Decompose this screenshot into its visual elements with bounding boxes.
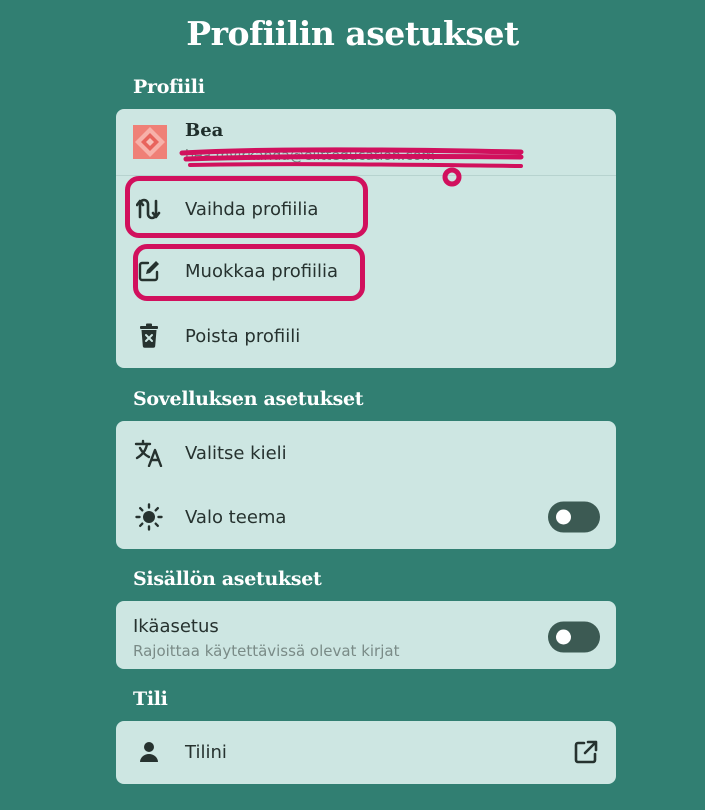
annotation-highlight-edit <box>133 244 365 301</box>
trash-icon <box>134 321 164 351</box>
section-title-content: Sisällön asetukset <box>133 568 322 590</box>
age-setting-toggle[interactable] <box>548 621 600 653</box>
profile-name: Bea <box>185 120 224 141</box>
theme-toggle-knob <box>556 509 571 525</box>
age-setting-description: Rajoittaa käytettävissä olevat kirjat <box>133 642 400 660</box>
profile-header[interactable]: Bea bea.mvirkanda@elitteducation.com <box>116 109 616 187</box>
translate-icon <box>134 438 164 468</box>
language-select-button[interactable]: Valitse kieli <box>116 425 616 481</box>
content-settings-card: Ikäasetus Rajoittaa käytettävissä olevat… <box>116 601 616 669</box>
theme-label: Valo teema <box>185 506 287 528</box>
avatar <box>133 125 167 159</box>
profile-card: Bea bea.mvirkanda@elitteducation.com Vai… <box>116 109 616 368</box>
age-setting-label: Ikäasetus <box>133 616 219 637</box>
theme-row: Valo teema <box>116 489 616 545</box>
my-account-label: Tilini <box>185 741 227 763</box>
page-title: Profiilin asetukset <box>186 14 519 53</box>
section-title-account: Tili <box>133 688 168 710</box>
section-title-profile: Profiili <box>133 76 205 98</box>
app-settings-card: Valitse kieli Valo teema <box>116 421 616 549</box>
my-account-button[interactable]: Tilini <box>116 724 616 780</box>
language-select-label: Valitse kieli <box>185 442 287 464</box>
external-link-icon <box>572 738 600 766</box>
section-title-app: Sovelluksen asetukset <box>133 388 364 410</box>
sun-icon <box>134 502 164 532</box>
account-card: Tilini <box>116 721 616 784</box>
age-setting-toggle-knob <box>556 629 571 645</box>
avatar-pattern-icon <box>133 125 167 159</box>
theme-toggle[interactable] <box>548 501 600 533</box>
person-icon <box>134 737 164 767</box>
delete-profile-button[interactable]: Poista profiili <box>116 308 616 364</box>
delete-profile-label: Poista profiili <box>185 325 301 347</box>
annotation-highlight-switch <box>125 176 368 238</box>
